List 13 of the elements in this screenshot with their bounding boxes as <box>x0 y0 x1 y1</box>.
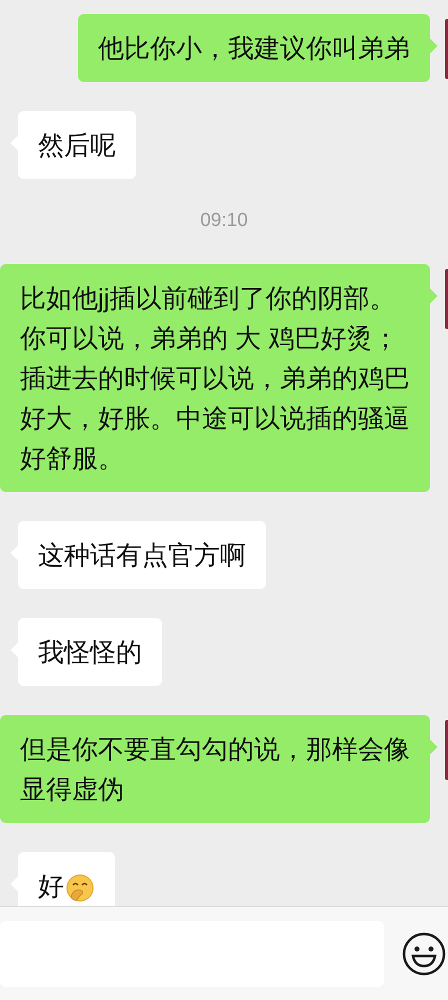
avatar <box>445 268 448 328</box>
message-text: 我怪怪的 <box>38 636 142 666</box>
message-text: 好 <box>38 870 64 900</box>
message-text: 他比你小，我建议你叫弟弟 <box>98 33 410 63</box>
avatar <box>445 19 448 79</box>
avatar <box>445 720 448 780</box>
timestamp: 09:10 <box>200 209 248 233</box>
message-text: 这种话有点官方啊 <box>38 540 246 570</box>
emoji-icon[interactable] <box>402 932 446 976</box>
message-text: 比如他jj插以前碰到了你的阴部。你可以说，弟弟的 大 鸡巴好烫；插进去的时候可以说，弟弟的鸡巴好大，好胀。中途可以说插的骚逼好舒服。 <box>20 282 410 472</box>
message-text: 但是你不要直勾勾的说，那样会像显得虚伪 <box>20 734 410 804</box>
message-text: 然后呢 <box>38 130 116 160</box>
smiling-emoji-icon <box>65 872 95 903</box>
